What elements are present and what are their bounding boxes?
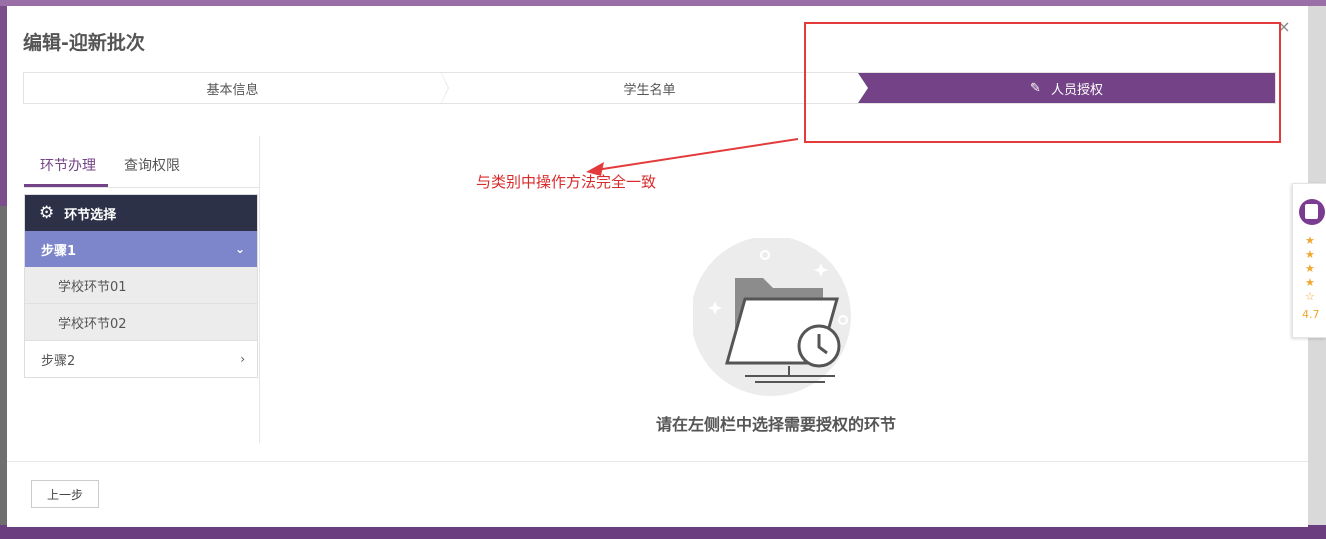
footer-divider: [7, 461, 1308, 462]
left-sidebar: 环节办理 查询权限 ⚙ 环节选择 步骤1 ⌄ 学校环节01 学校环节02 步骤2…: [24, 136, 260, 443]
menu-item-school-step-02[interactable]: 学校环节02: [25, 304, 257, 341]
step-label: 学生名单: [623, 82, 676, 98]
tab-step-handling[interactable]: 环节办理: [24, 155, 108, 187]
star-icon: ★: [1305, 276, 1315, 289]
step-basic-info[interactable]: 基本信息: [24, 72, 449, 104]
gear-icon: ⚙: [39, 203, 55, 223]
chevron-right-icon: ›: [240, 352, 245, 366]
menu-item-school-step-01[interactable]: 学校环节01: [25, 267, 257, 304]
star-icon: ★: [1305, 234, 1315, 247]
step-student-list[interactable]: 学生名单: [441, 73, 858, 103]
menu-step-label: 步骤2: [41, 353, 76, 369]
menu-header: ⚙ 环节选择: [25, 195, 257, 231]
star-icon: ★: [1305, 262, 1315, 275]
app-logo-icon: [1299, 199, 1325, 225]
rating-widget[interactable]: ★ ★ ★ ★ ☆ 4.7: [1292, 183, 1326, 338]
chevron-down-icon: ⌄: [234, 242, 245, 256]
menu-header-label: 环节选择: [64, 207, 117, 223]
sidebar-tabs: 环节办理 查询权限: [24, 136, 259, 188]
menu-step-label: 步骤1: [41, 243, 77, 259]
step-label: 基本信息: [206, 82, 259, 98]
folder-clock-icon: [691, 236, 859, 408]
modal-title: 编辑-迎新批次: [23, 32, 145, 54]
menu-step-2[interactable]: 步骤2 ›: [25, 341, 257, 377]
rating-score: 4.7: [1302, 308, 1320, 321]
step-select-menu: ⚙ 环节选择 步骤1 ⌄ 学校环节01 学校环节02 步骤2 ›: [24, 194, 258, 378]
tab-query-permission[interactable]: 查询权限: [108, 155, 192, 187]
previous-step-button[interactable]: 上一步: [31, 480, 99, 508]
annotation-text: 与类别中操作方法完全一致: [476, 173, 657, 191]
menu-step-1[interactable]: 步骤1 ⌄: [25, 231, 257, 267]
background-footer-strip: [0, 525, 1326, 539]
star-outline-icon: ☆: [1305, 290, 1315, 303]
star-icon: ★: [1305, 248, 1315, 261]
empty-state-message: 请在左侧栏中选择需要授权的环节: [656, 415, 897, 434]
annotation-highlight-box: [804, 22, 1281, 143]
